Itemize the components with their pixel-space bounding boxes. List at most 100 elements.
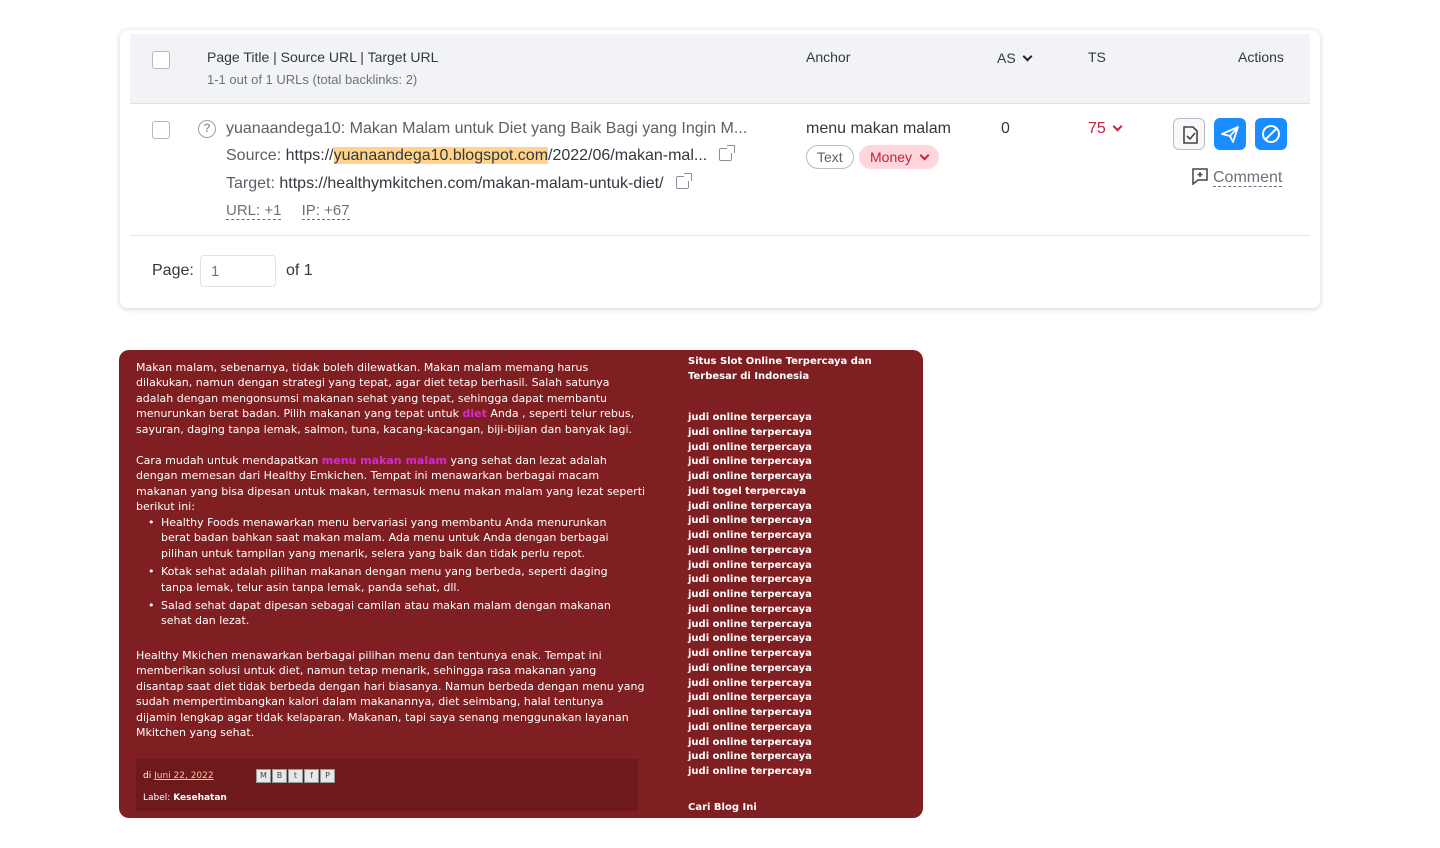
col-as-header[interactable]: AS (997, 50, 1033, 66)
post-labels: Label: Kesehatan (143, 793, 227, 803)
url-count-summary: 1-1 out of 1 URLs (total backlinks: 2) (207, 72, 418, 87)
sidebar-link[interactable]: judi online terpercaya (688, 603, 812, 618)
page-total: of 1 (286, 262, 313, 279)
blogger-share-icon[interactable]: B (272, 769, 287, 783)
table-header: Page Title | Source URL | Target URL 1-1… (130, 34, 1310, 104)
url-stat[interactable]: URL: +1 (226, 202, 282, 220)
date-prefix: di (143, 771, 152, 781)
blog-post-screenshot: Makan malam, sebenarnya, tidak boleh dil… (119, 350, 923, 818)
sidebar-link[interactable]: judi online terpercaya (688, 470, 812, 485)
source-suffix: /2022/06/makan-mal... (548, 147, 708, 164)
label-prefix: Label: (143, 793, 171, 803)
sidebar-link[interactable]: judi online terpercaya (688, 588, 812, 603)
diet-link[interactable]: diet (463, 407, 487, 420)
sidebar: Situs Slot Online Terpercaya dan Terbesa… (688, 354, 913, 777)
review-button[interactable] (1173, 118, 1205, 150)
target-url: Target: https://healthymkitchen.com/maka… (226, 173, 692, 193)
sidebar-link[interactable]: judi online terpercaya (688, 618, 812, 633)
comment-label: Comment (1213, 169, 1283, 187)
blog-paragraph-1: Makan malam, sebenarnya, tidak boleh dil… (136, 360, 646, 437)
sidebar-link[interactable]: judi online terpercaya (688, 736, 812, 751)
sidebar-link[interactable]: judi online terpercaya (688, 691, 812, 706)
anchor-type-tag: Text (806, 145, 854, 169)
sidebar-link[interactable]: judi togel terpercaya (688, 485, 812, 500)
ts-number: 75 (1088, 120, 1106, 137)
source-prefix: https:// (285, 147, 334, 164)
menu-makan-malam-link[interactable]: menu makan malam (322, 454, 447, 467)
pinterest-share-icon[interactable]: P (320, 769, 335, 783)
share-buttons: M B t f P (256, 769, 335, 783)
external-link-icon[interactable] (675, 173, 692, 189)
comment-button[interactable]: Comment (1191, 164, 1283, 187)
twitter-share-icon[interactable]: t (288, 769, 303, 783)
sidebar-link[interactable]: judi online terpercaya (688, 514, 812, 529)
p2-text-a: Cara mudah untuk mendapatkan (136, 454, 322, 467)
facebook-share-icon[interactable]: f (304, 769, 319, 783)
external-link-icon[interactable] (719, 145, 736, 161)
ts-value[interactable]: 75 (1088, 120, 1123, 138)
source-link[interactable]: https://yuanaandega10.blogspot.com/2022/… (285, 147, 708, 164)
page-number-input[interactable] (200, 255, 276, 287)
sidebar-link[interactable]: judi online terpercaya (688, 573, 812, 588)
row-checkbox[interactable] (152, 121, 170, 139)
chevron-down-icon (1022, 51, 1033, 62)
block-icon (1262, 125, 1280, 143)
col-as-label: AS (997, 50, 1016, 66)
list-item: Healthy Foods menawarkan menu bervariasi… (148, 515, 611, 561)
ip-stat[interactable]: IP: +67 (301, 202, 350, 220)
sidebar-link[interactable]: judi online terpercaya (688, 544, 812, 559)
page-label: Page: (152, 262, 194, 279)
sidebar-link[interactable]: judi online terpercaya (688, 662, 812, 677)
date-link[interactable]: Juni 22, 2022 (154, 771, 214, 781)
blog-paragraph-3: Healthy Mkichen menawarkan berbagai pili… (136, 649, 645, 740)
sidebar-link[interactable]: judi online terpercaya (688, 706, 812, 721)
money-label: Money (870, 149, 913, 165)
sidebar-title: Situs Slot Online Terpercaya dan Terbesa… (688, 356, 872, 382)
anchor-text: menu makan malam (806, 120, 951, 137)
link-stats: URL: +1 IP: +67 (226, 202, 350, 220)
add-comment-icon (1192, 168, 1208, 186)
send-icon (1221, 126, 1239, 143)
source-label: Source: (226, 147, 282, 164)
sidebar-links: judi online terpercaya judi online terper… (688, 411, 812, 780)
source-url: Source: https://yuanaandega10.blogspot.c… (226, 145, 736, 165)
sidebar-link[interactable]: judi online terpercaya (688, 632, 812, 647)
chevron-down-icon (1112, 121, 1123, 132)
chevron-down-icon (919, 150, 930, 161)
sidebar-link[interactable]: judi online terpercaya (688, 765, 812, 780)
list-item: Salad sehat dapat dipesan sebagai camila… (148, 598, 611, 629)
sidebar-link[interactable]: judi online terpercaya (688, 647, 812, 662)
backlinks-table-card: Page Title | Source URL | Target URL 1-1… (120, 30, 1320, 308)
sidebar-link[interactable]: judi online terpercaya (688, 500, 812, 515)
post-date: di Juni 22, 2022 (143, 771, 214, 781)
sidebar-link[interactable]: judi online terpercaya (688, 721, 812, 736)
sidebar-link[interactable]: judi online terpercaya (688, 529, 812, 544)
sidebar-link[interactable]: judi online terpercaya (688, 750, 812, 765)
block-button[interactable] (1255, 118, 1287, 150)
question-circle-icon[interactable]: ? (198, 120, 216, 138)
sidebar-search-heading: Cari Blog Ini (688, 802, 757, 813)
sidebar-link[interactable]: judi online terpercaya (688, 426, 812, 441)
page-title[interactable]: yuanaandega10: Makan Malam untuk Diet ya… (226, 120, 747, 138)
blog-bullet-list: Healthy Foods menawarkan menu bervariasi… (148, 515, 611, 632)
sidebar-link[interactable]: judi online terpercaya (688, 559, 812, 574)
blog-paragraph-2: Cara mudah untuk mendapatkan menu makan … (136, 453, 646, 515)
target-link[interactable]: https://healthymkitchen.com/makan-malam-… (279, 175, 663, 192)
as-value: 0 (1001, 120, 1010, 137)
email-share-icon[interactable]: M (256, 769, 271, 783)
col-title-header[interactable]: Page Title | Source URL | Target URL (207, 49, 438, 65)
post-footer: di Juni 22, 2022 M B t f P Label: Keseha… (136, 759, 638, 811)
col-anchor-header[interactable]: Anchor (806, 49, 850, 65)
sidebar-link[interactable]: judi online terpercaya (688, 455, 812, 470)
select-all-checkbox[interactable] (152, 51, 170, 69)
sidebar-link[interactable]: judi online terpercaya (688, 441, 812, 456)
col-ts-header[interactable]: TS (1088, 49, 1106, 65)
label-link[interactable]: Kesehatan (173, 793, 227, 803)
sidebar-link[interactable]: judi online terpercaya (688, 677, 812, 692)
sidebar-link[interactable]: judi online terpercaya (688, 411, 812, 426)
table-row: ? yuanaandega10: Makan Malam untuk Diet … (130, 104, 1310, 236)
target-label: Target: (226, 175, 275, 192)
document-review-icon (1183, 126, 1198, 144)
send-button[interactable] (1214, 118, 1246, 150)
anchor-money-tag[interactable]: Money (859, 145, 940, 169)
